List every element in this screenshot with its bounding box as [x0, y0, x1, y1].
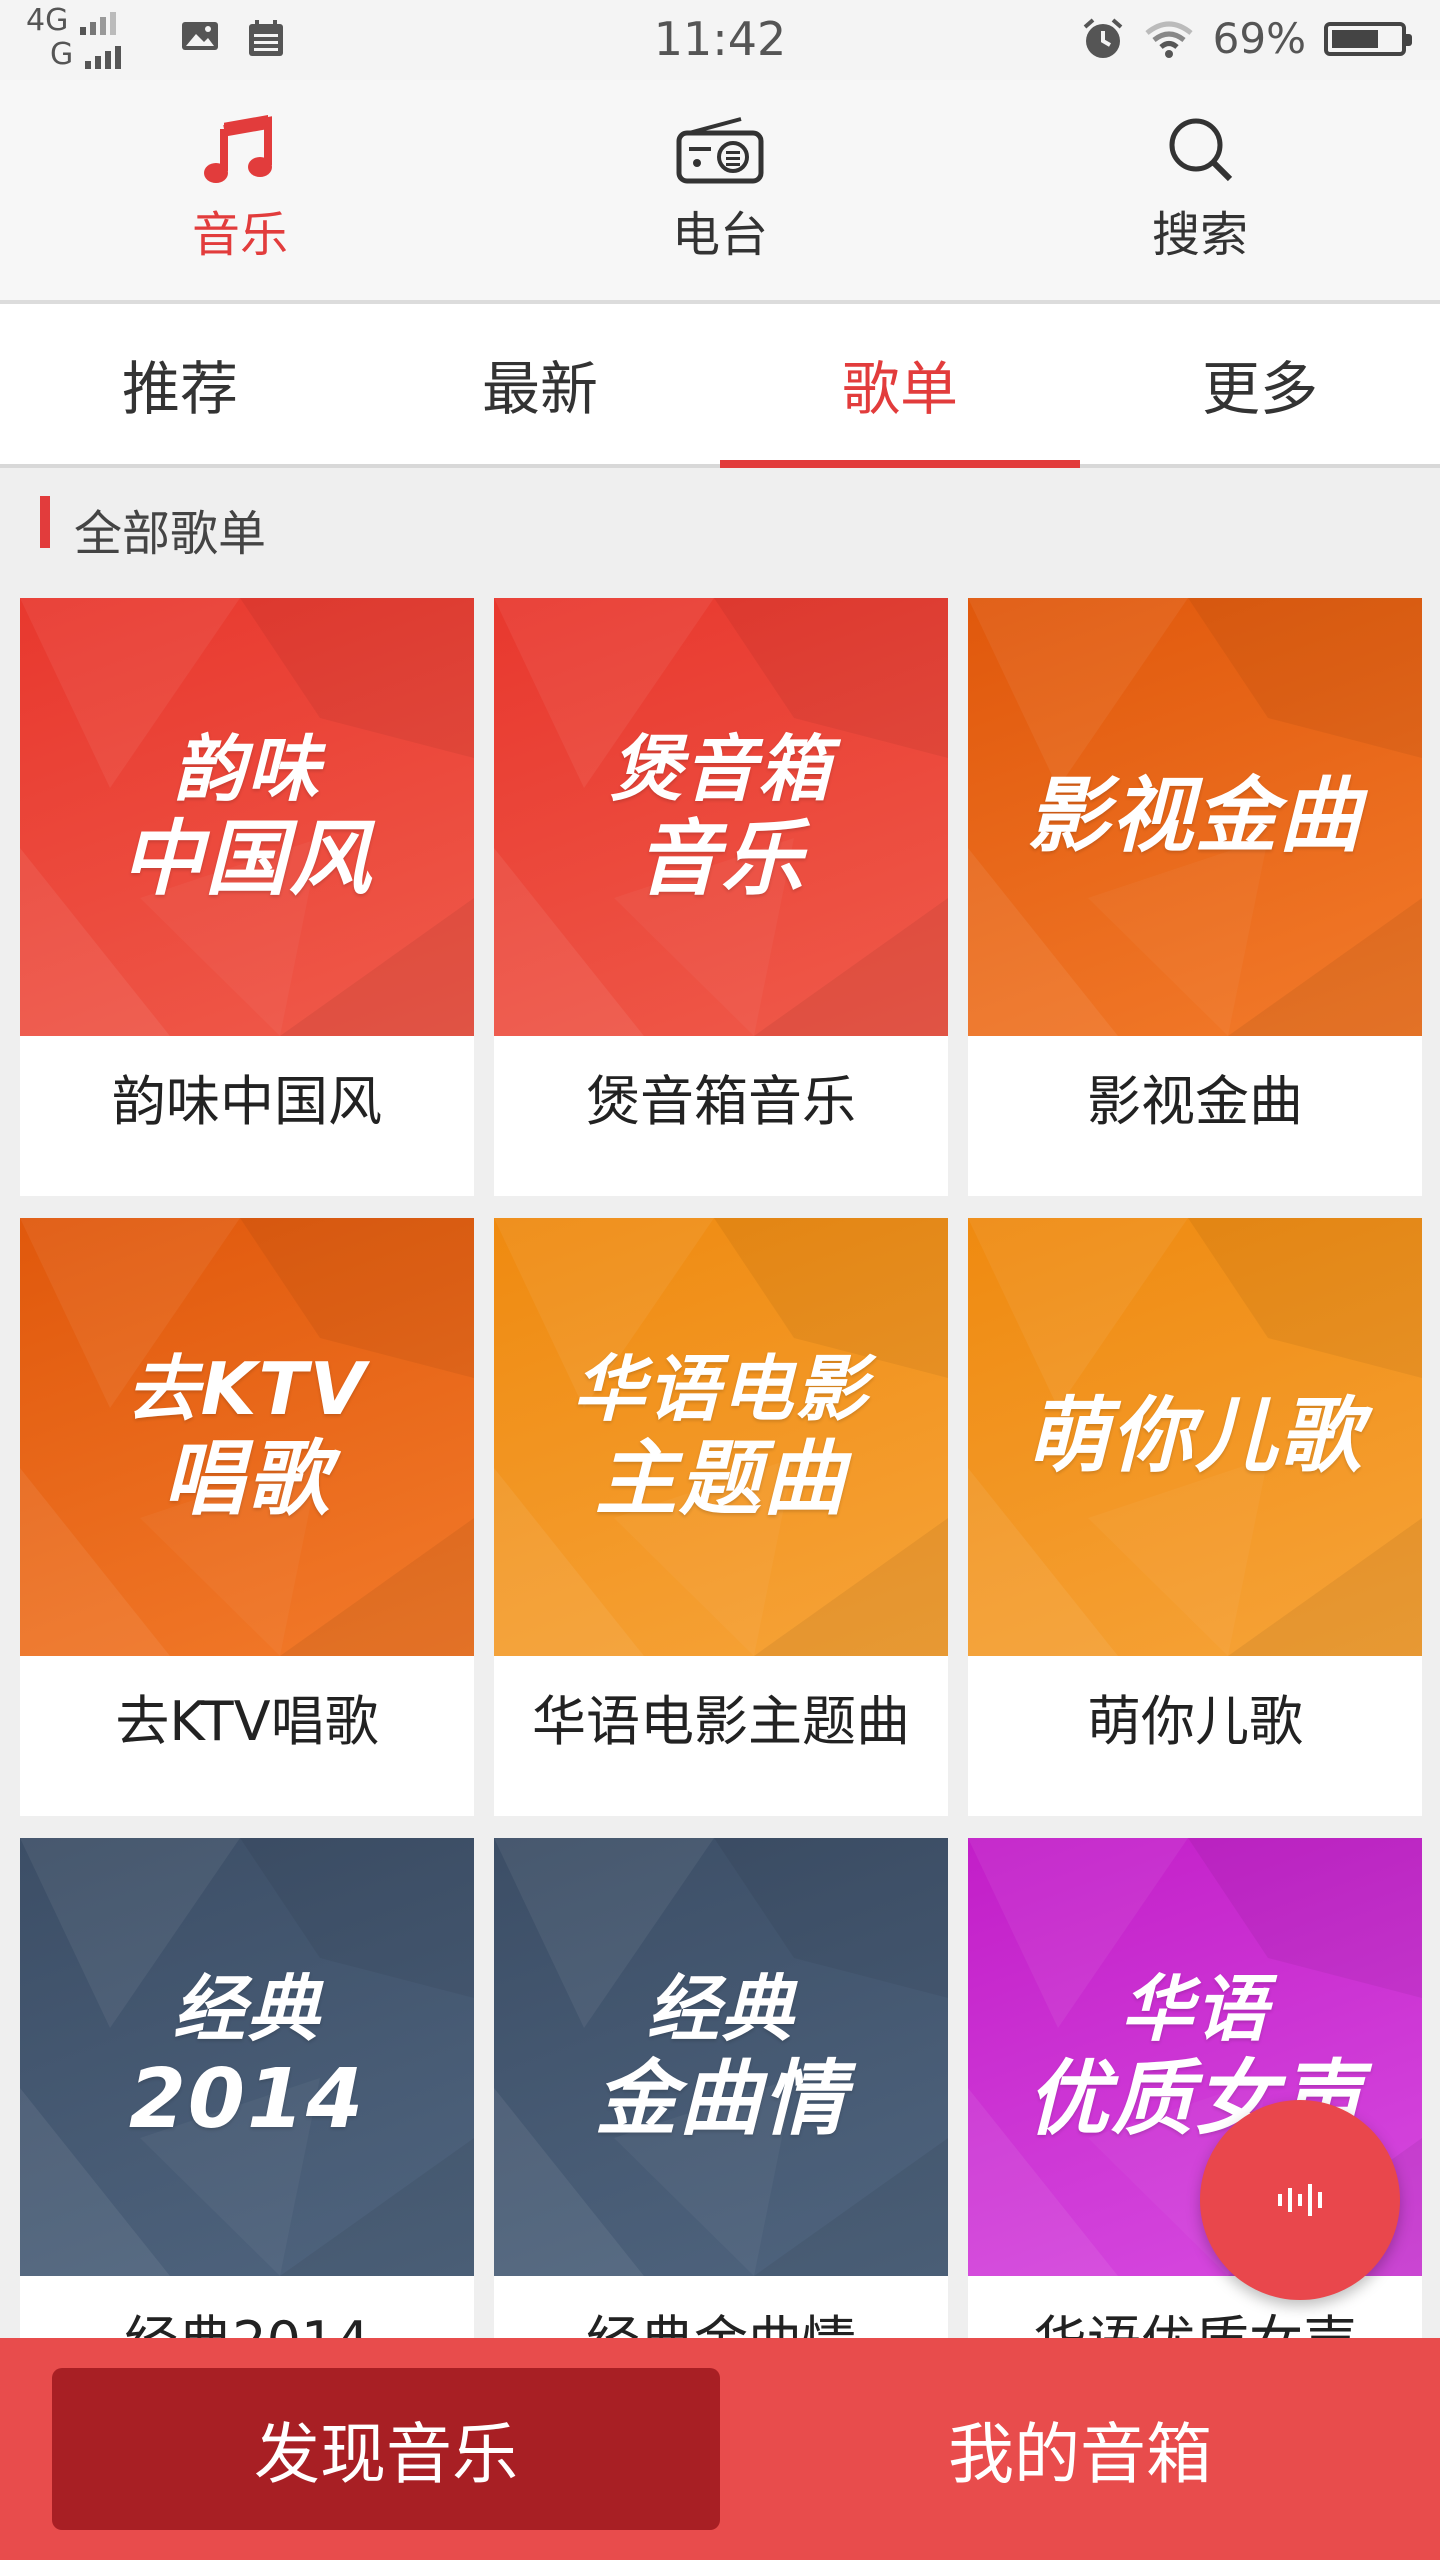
playlist-name: 经典金曲情: [494, 2276, 948, 2339]
nav-item-search[interactable]: 搜索: [960, 80, 1440, 300]
playlist-name: 经典2014: [20, 2276, 474, 2339]
cover-title-line1: 影视金曲: [1027, 769, 1363, 864]
playlist-card[interactable]: 去KTV 唱歌 去KTV唱歌: [20, 1218, 474, 1816]
playlist-card[interactable]: 经典金曲情经典金曲情: [494, 1838, 948, 2338]
cover-title-line2: 金曲情: [595, 2052, 847, 2147]
cover-title: 经典 2014: [20, 1838, 474, 2276]
battery-icon: [1324, 21, 1412, 56]
cover-title: 影视金曲: [968, 598, 1422, 1036]
playlist-card[interactable]: 萌你儿歌 萌你儿歌: [968, 1218, 1422, 1816]
cover-title-line2: 中国风: [121, 812, 373, 907]
cover-title: 去KTV 唱歌: [20, 1218, 474, 1656]
top-navigation: 音乐 电台 搜索: [0, 80, 1440, 304]
playlist-name: 韵味中国风: [112, 1069, 382, 1133]
voice-wave-icon: [1278, 2184, 1322, 2216]
nav-label-search: 搜索: [1151, 207, 1248, 263]
cover-title-line1: 煲音箱: [609, 727, 832, 811]
cover-title: 经典 金曲情: [494, 1838, 948, 2276]
playlist-cover: 经典 金曲情: [494, 1838, 948, 2276]
nav-item-radio[interactable]: 电台: [480, 80, 960, 300]
section-header: 全部歌单: [0, 468, 1440, 578]
bottom-bar: 发现音乐 我的音箱: [0, 2338, 1440, 2560]
cover-title-line2: 主题曲: [595, 1432, 847, 1527]
cover-title-line2: 2014: [128, 2052, 366, 2147]
playlist-grid: 韵味 中国风 韵味中国风 煲音箱 音乐 煲音箱音乐 影视金曲 影视金曲 去KTV 唱歌 去KTV唱歌…: [0, 598, 1440, 2338]
alarm-icon: [1083, 17, 1122, 58]
playlist-card[interactable]: 经典2014经典2014: [20, 1838, 474, 2338]
playlist-cover: 经典 2014: [20, 1838, 474, 2276]
section-accent-bar: [40, 496, 50, 548]
tab-recommend[interactable]: 推荐: [0, 304, 360, 464]
voice-fab-button[interactable]: [1200, 2100, 1400, 2300]
tab-latest[interactable]: 最新: [360, 304, 720, 464]
playlist-card[interactable]: 影视金曲 影视金曲: [968, 598, 1422, 1196]
discover-music-button[interactable]: 发现音乐: [52, 2368, 720, 2530]
playlist-cover: 华语电影 主题曲: [494, 1218, 948, 1656]
section-title: 全部歌单: [74, 506, 267, 562]
playlist-card[interactable]: 华语电影 主题曲 华语电影主题曲: [494, 1218, 948, 1816]
playlist-cover: 去KTV 唱歌: [20, 1218, 474, 1656]
status-bar: 4G G 11:42 69%: [0, 0, 1440, 80]
playlist-card[interactable]: 煲音箱 音乐 煲音箱音乐: [494, 598, 948, 1196]
cover-title-line1: 韵味: [172, 727, 321, 811]
playlist-card[interactable]: 韵味 中国风 韵味中国风: [20, 598, 474, 1196]
cover-title-line2: 唱歌: [163, 1432, 331, 1527]
cover-title-line1: 华语: [1120, 1967, 1269, 2051]
cover-title: 韵味 中国风: [20, 598, 474, 1036]
nav-item-music[interactable]: 音乐: [0, 80, 480, 300]
cover-title-line1: 萌你儿歌: [1027, 1389, 1363, 1484]
radio-icon: [676, 117, 764, 184]
music-note-icon: [204, 115, 272, 183]
playlist-name: 华语优质女声: [968, 2276, 1422, 2339]
playlist-cover: 韵味 中国风: [20, 598, 474, 1036]
playlist-name: 去KTV唱歌: [115, 1689, 379, 1753]
tab-more[interactable]: 更多: [1080, 304, 1440, 464]
cover-title: 萌你儿歌: [968, 1218, 1422, 1656]
cover-title: 煲音箱 音乐: [494, 598, 948, 1036]
cover-title-line2: 音乐: [637, 812, 805, 907]
category-tabs: 推荐 最新 歌单 更多: [0, 304, 1440, 468]
cover-title-line1: 经典: [172, 1967, 321, 2051]
battery-percentage: 69%: [1212, 14, 1306, 63]
tab-playlists[interactable]: 歌单: [720, 304, 1080, 468]
wifi-icon: [1145, 21, 1193, 58]
cover-title: 华语电影 主题曲: [494, 1218, 948, 1656]
playlist-name: 萌你儿歌: [1087, 1689, 1303, 1753]
nav-label-radio: 电台: [671, 207, 768, 263]
my-speaker-button[interactable]: 我的音箱: [720, 2368, 1440, 2530]
battery-fill: [1332, 29, 1378, 48]
nav-label-music: 音乐: [191, 207, 288, 263]
playlist-cover: 萌你儿歌: [968, 1218, 1422, 1656]
playlist-name: 影视金曲: [1087, 1069, 1303, 1133]
playlist-name: 煲音箱音乐: [586, 1069, 856, 1133]
cover-title-line1: 经典: [646, 1967, 795, 2051]
cover-title-line1: 去KTV: [126, 1347, 368, 1431]
search-icon: [1169, 118, 1233, 182]
cover-title-line1: 华语电影: [572, 1347, 869, 1431]
playlist-cover: 影视金曲: [968, 598, 1422, 1036]
playlist-name: 华语电影主题曲: [532, 1689, 910, 1753]
playlist-cover: 煲音箱 音乐: [494, 598, 948, 1036]
